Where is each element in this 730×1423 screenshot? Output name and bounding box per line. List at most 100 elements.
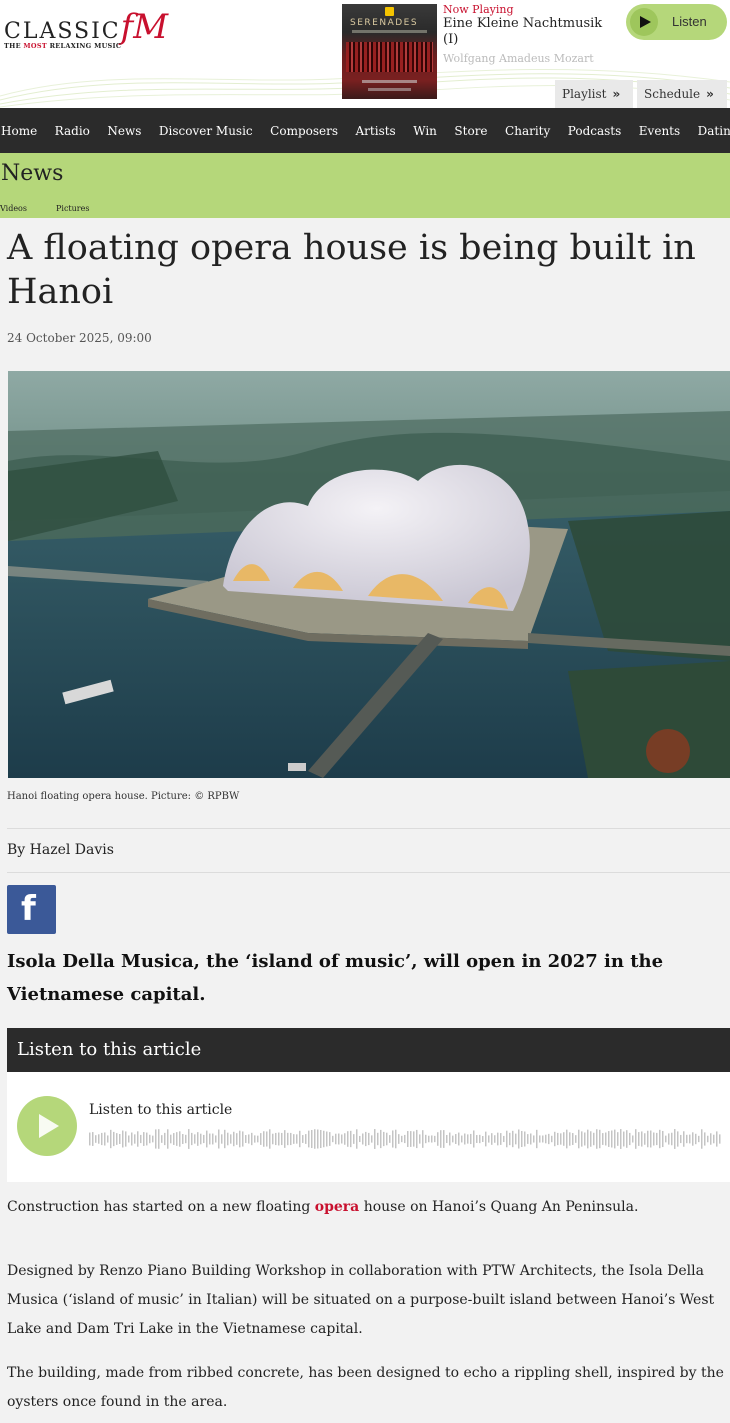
waveform-bar xyxy=(254,1135,256,1143)
waveform-bar xyxy=(218,1129,220,1149)
nav-item-win[interactable]: Win xyxy=(413,124,437,138)
waveform-bar xyxy=(410,1131,412,1147)
waveform-bar xyxy=(533,1135,535,1143)
article-date: 24 October 2025, 09:00 xyxy=(7,331,152,345)
waveform-bar xyxy=(347,1131,349,1147)
waveform-bar xyxy=(458,1132,460,1146)
nav-item-home[interactable]: Home xyxy=(1,124,37,138)
waveform-bar xyxy=(599,1129,601,1149)
waveform-bar xyxy=(683,1131,685,1147)
waveform-bar xyxy=(488,1135,490,1143)
waveform-bar xyxy=(395,1129,397,1149)
waveform-bar xyxy=(356,1129,358,1149)
waveform-bar xyxy=(116,1133,118,1145)
section-title[interactable]: News xyxy=(1,161,63,186)
waveform-bar xyxy=(413,1131,415,1147)
waveform-bar xyxy=(497,1132,499,1146)
waveform-bar xyxy=(653,1132,655,1146)
waveform-bar xyxy=(140,1134,142,1144)
nav-item-news[interactable]: News xyxy=(107,124,141,138)
waveform-bar xyxy=(239,1130,241,1148)
waveform-bar xyxy=(596,1129,598,1149)
logo-wordmark: CLASSICfM xyxy=(4,7,169,47)
waveform-bar xyxy=(119,1134,121,1144)
waveform-bar xyxy=(113,1131,115,1147)
nav-item-dating[interactable]: Dating xyxy=(698,124,730,138)
waveform-bar xyxy=(167,1129,169,1149)
waveform-bar xyxy=(539,1135,541,1143)
waveform-bar xyxy=(314,1129,316,1149)
nav-item-events[interactable]: Events xyxy=(639,124,680,138)
waveform-bar xyxy=(329,1132,331,1146)
nav-item-composers[interactable]: Composers xyxy=(270,124,338,138)
facebook-share-button[interactable]: f xyxy=(7,885,56,934)
waveform-bar xyxy=(248,1134,250,1144)
waveform-bar xyxy=(647,1130,649,1148)
nav-item-discover-music[interactable]: Discover Music xyxy=(159,124,253,138)
waveform-bar xyxy=(425,1134,427,1144)
waveform-bar xyxy=(263,1131,265,1147)
waveform-bar xyxy=(407,1131,409,1147)
waveform-bar xyxy=(173,1133,175,1145)
waveform-bar xyxy=(206,1130,208,1148)
album-art[interactable]: SERENADES xyxy=(342,4,437,99)
audio-title: Listen to this article xyxy=(89,1102,233,1118)
waveform-bar xyxy=(197,1132,199,1146)
nav-item-radio[interactable]: Radio xyxy=(55,124,90,138)
schedule-label: Schedule xyxy=(644,87,701,101)
waveform-bar xyxy=(512,1130,514,1148)
waveform-bar xyxy=(560,1133,562,1145)
audio-waveform[interactable] xyxy=(89,1128,721,1150)
image-caption: Hanoi floating opera house. Picture: © R… xyxy=(7,791,240,802)
now-playing-label: Now Playing xyxy=(443,3,514,16)
waveform-bar xyxy=(563,1132,565,1146)
now-playing-title[interactable]: Eine Kleine Nachtmusik (I) xyxy=(443,16,618,48)
double-chevron-right-icon: » xyxy=(706,87,714,101)
subnav-pictures[interactable]: Pictures xyxy=(56,204,89,213)
waveform-bar xyxy=(581,1131,583,1147)
waveform-bar xyxy=(500,1133,502,1145)
nav-item-store[interactable]: Store xyxy=(454,124,487,138)
waveform-bar xyxy=(614,1129,616,1149)
album-text-line xyxy=(368,88,411,91)
waveform-bar xyxy=(557,1132,559,1146)
now-playing-composer[interactable]: Wolfgang Amadeus Mozart xyxy=(443,51,618,67)
waveform-bar xyxy=(95,1135,97,1143)
waveform-bar xyxy=(422,1130,424,1148)
waveform-bar xyxy=(578,1129,580,1149)
waveform-bar xyxy=(161,1135,163,1143)
waveform-bar xyxy=(365,1131,367,1147)
paragraph-text: house on Hanoi’s Quang An Peninsula. xyxy=(359,1199,639,1215)
label-logo-icon xyxy=(385,7,394,16)
schedule-button[interactable]: Schedule » xyxy=(637,80,727,108)
listen-live-button[interactable]: Listen xyxy=(626,4,727,40)
waveform-bar xyxy=(359,1135,361,1143)
waveform-bar xyxy=(236,1133,238,1145)
opera-link[interactable]: opera xyxy=(315,1199,359,1215)
waveform-bar xyxy=(245,1135,247,1143)
waveform-bar xyxy=(524,1131,526,1147)
playlist-button[interactable]: Playlist » xyxy=(555,80,633,108)
waveform-bar xyxy=(89,1132,91,1146)
waveform-bar xyxy=(635,1129,637,1149)
waveform-bar xyxy=(473,1130,475,1148)
subnav-videos[interactable]: Videos xyxy=(0,204,27,213)
waveform-bar xyxy=(464,1133,466,1145)
classic-fm-logo[interactable]: CLASSICfM THE MOST RELAXING MUSIC xyxy=(4,7,169,50)
waveform-bar xyxy=(716,1131,718,1147)
waveform-bar xyxy=(200,1133,202,1145)
waveform-bar xyxy=(137,1131,139,1147)
waveform-bar xyxy=(686,1134,688,1144)
waveform-bar xyxy=(323,1130,325,1148)
waveform-bar xyxy=(371,1135,373,1143)
nav-item-artists[interactable]: Artists xyxy=(356,124,396,138)
nav-item-charity[interactable]: Charity xyxy=(505,124,550,138)
article-paragraph: Construction has started on a new floati… xyxy=(7,1193,727,1222)
waveform-bar xyxy=(668,1133,670,1145)
waveform-bar xyxy=(272,1133,274,1145)
waveform-bar xyxy=(170,1134,172,1144)
audio-play-button[interactable] xyxy=(17,1096,77,1156)
nav-item-podcasts[interactable]: Podcasts xyxy=(568,124,622,138)
article-byline: By Hazel Davis xyxy=(7,842,114,858)
orchestra-image xyxy=(346,42,433,72)
